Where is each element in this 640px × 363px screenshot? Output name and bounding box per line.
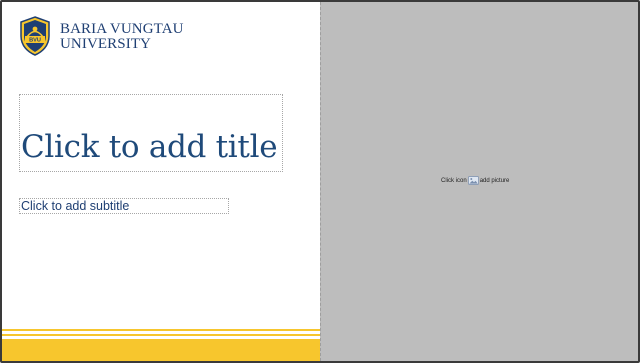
- picture-prompt-prefix: Click icon: [441, 177, 467, 184]
- footer-stripe-thin-1: [2, 329, 320, 331]
- footer-stripe-bar: [2, 339, 320, 361]
- title-placeholder-text: Click to add title: [21, 129, 278, 165]
- footer-stripe-thin-2: [2, 334, 320, 336]
- footer-stripes: [2, 329, 320, 361]
- subtitle-placeholder[interactable]: Click to add subtitle: [19, 198, 229, 214]
- university-name: BARIA VUNGTAU UNIVERSITY: [60, 22, 184, 52]
- picture-placeholder-area[interactable]: Click icon add picture: [320, 2, 638, 361]
- insert-picture-icon[interactable]: [467, 176, 479, 185]
- picture-prompt-suffix: add picture: [479, 177, 510, 184]
- title-placeholder[interactable]: Click to add title: [19, 94, 283, 172]
- slide-left-panel: BVU BARIA VUNGTAU UNIVERSITY Click to ad…: [2, 2, 320, 361]
- university-name-line2: UNIVERSITY: [60, 36, 151, 52]
- university-logo: BVU BARIA VUNGTAU UNIVERSITY: [19, 16, 184, 56]
- subtitle-placeholder-text: Click to add subtitle: [21, 199, 130, 213]
- crest-icon: BVU: [20, 16, 50, 56]
- picture-placeholder[interactable]: Click icon add picture: [441, 176, 509, 185]
- slide-canvas[interactable]: BVU BARIA VUNGTAU UNIVERSITY Click to ad…: [0, 0, 640, 363]
- crest-letters: BVU: [29, 38, 41, 44]
- university-name-line1: BARIA VUNGTAU: [60, 21, 184, 37]
